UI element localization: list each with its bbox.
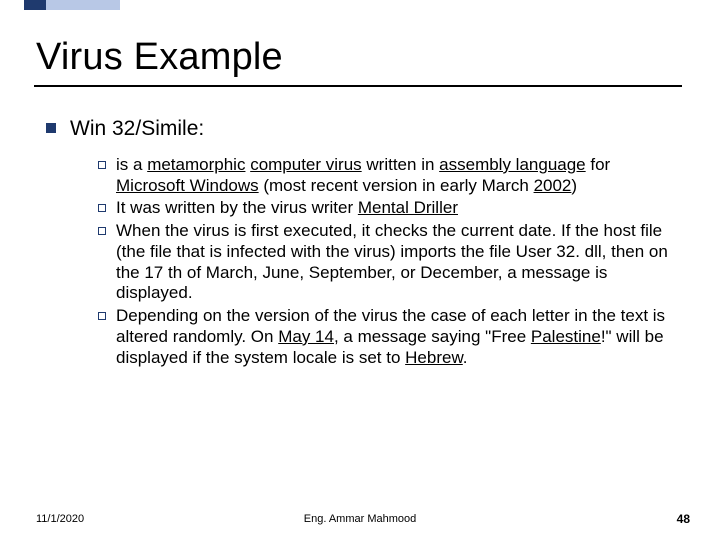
- bullet-list: is a metamorphic computer virus written …: [98, 155, 676, 368]
- hollow-bullet-icon: [98, 204, 106, 212]
- slide-body: Virus Example Win 32/Simile: is a metamo…: [0, 0, 720, 368]
- list-item: When the virus is first executed, it che…: [98, 221, 676, 304]
- accent-dark: [24, 0, 46, 10]
- subtitle-text: Win 32/Simile:: [70, 117, 204, 141]
- bullet-text: Depending on the version of the virus th…: [116, 306, 676, 368]
- accent-bar: [24, 0, 120, 10]
- bullet-text: When the virus is first executed, it che…: [116, 221, 676, 304]
- subtitle-row: Win 32/Simile:: [46, 117, 684, 141]
- bullet-text: is a metamorphic computer virus written …: [116, 155, 676, 196]
- list-item: Depending on the version of the virus th…: [98, 306, 676, 368]
- title-rule: [34, 85, 682, 87]
- hollow-bullet-icon: [98, 312, 106, 320]
- list-item: It was written by the virus writer Menta…: [98, 198, 676, 219]
- hollow-bullet-icon: [98, 161, 106, 169]
- hollow-bullet-icon: [98, 227, 106, 235]
- accent-light: [46, 0, 120, 10]
- square-bullet-icon: [46, 123, 56, 133]
- bullet-text: It was written by the virus writer Menta…: [116, 198, 458, 219]
- list-item: is a metamorphic computer virus written …: [98, 155, 676, 196]
- slide-title: Virus Example: [36, 36, 684, 79]
- footer: 11/1/2020 Eng. Ammar Mahmood 48: [0, 512, 720, 526]
- footer-author: Eng. Ammar Mahmood: [0, 513, 720, 525]
